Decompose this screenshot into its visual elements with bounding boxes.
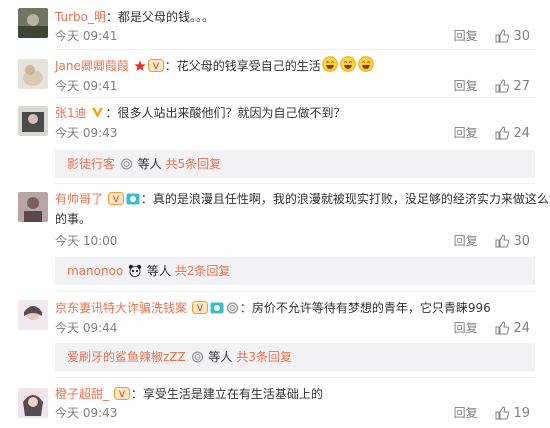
medal-icon: [191, 351, 203, 363]
reply-button[interactable]: 回复: [454, 321, 478, 335]
comment-time: 今天 09:43: [55, 406, 118, 420]
reply-button[interactable]: 回复: [454, 126, 478, 140]
divider: [55, 49, 535, 50]
divider: [55, 377, 535, 378]
svg-text:V: V: [119, 390, 126, 400]
reply-button[interactable]: 回复: [454, 234, 478, 248]
reply-people-label: 等人: [146, 264, 171, 278]
reply-summary[interactable]: 爱刷牙的鲨鱼辣椒zZZ 等人 共3条回复: [55, 343, 535, 371]
avatar[interactable]: [18, 106, 48, 136]
vip-badge-icon: V: [113, 387, 130, 400]
laugh-emoji-icon: [322, 56, 338, 72]
reply-username[interactable]: manonoo: [67, 264, 123, 278]
comment-time: 今天 10:00: [55, 234, 118, 248]
verified-v-icon: [92, 108, 104, 118]
vip-badge-icon: V: [107, 192, 124, 205]
like-count: 30: [513, 29, 530, 44]
like-button[interactable]: 30: [495, 234, 530, 249]
reply-people-label: 等人: [137, 157, 162, 171]
like-button[interactable]: 24: [495, 126, 530, 141]
avatar[interactable]: [18, 300, 48, 330]
star-badge-icon: [134, 60, 146, 71]
comment-text: ：房价不允许等待有梦想的青年，它只青睐996: [239, 301, 491, 315]
comment-text: ：真的是浪漫且任性啊，我的浪漫就被现实打败，没足够的经济实力来做这么浪漫: [140, 192, 550, 206]
medal-icon: [120, 158, 132, 170]
like-count: 24: [513, 126, 530, 141]
divider: [55, 97, 535, 98]
reply-summary[interactable]: 影徒行客 等人 共5条回复: [55, 150, 535, 178]
avatar[interactable]: [18, 192, 48, 222]
svg-text:V: V: [113, 195, 120, 205]
comment-text: ：享受生活是建立在有生活基础上的: [130, 387, 323, 401]
svg-text:V: V: [197, 304, 204, 314]
thumbs-up-icon: [495, 321, 510, 335]
comment-text: ：都是父母的钱。。。: [106, 10, 215, 24]
comment-text-continued: 的事。: [55, 212, 92, 226]
thumbs-up-icon: [495, 234, 510, 248]
comment-username[interactable]: 橙子超甜_: [55, 387, 109, 401]
reply-button[interactable]: 回复: [454, 406, 478, 420]
comment-time: 今天 09:43: [55, 126, 118, 140]
laugh-emoji-icon: [358, 56, 374, 72]
avatar[interactable]: [18, 388, 48, 418]
thumbs-up-icon: [495, 406, 510, 420]
comment-text: ：花父母的钱享受自己的生活: [164, 59, 321, 73]
like-button[interactable]: 24: [495, 321, 530, 336]
comment-username[interactable]: 京东妻讯特大诈骗洗钱案: [55, 301, 187, 315]
divider: [55, 183, 535, 184]
reply-count-link[interactable]: 共2条回复: [175, 264, 231, 278]
thumbs-up-icon: [495, 79, 510, 93]
comment-time: 今天 09:41: [55, 29, 118, 43]
reply-summary[interactable]: manonoo 等人 共2条回复: [55, 257, 535, 285]
comment-username[interactable]: Turbo_明: [55, 10, 106, 24]
panda-icon: [128, 264, 142, 277]
like-button[interactable]: 30: [495, 29, 530, 44]
like-button[interactable]: 27: [495, 79, 530, 94]
svg-text:V: V: [153, 62, 160, 72]
reply-username[interactable]: 影徒行客: [67, 157, 115, 171]
comment-username[interactable]: 有帅哥了: [55, 192, 103, 206]
reply-count-link[interactable]: 共3条回复: [236, 350, 292, 364]
vip-badge-icon: V: [147, 59, 164, 72]
comment-username[interactable]: 张1迪: [55, 106, 87, 120]
laugh-emoji-icon: [340, 56, 356, 72]
reply-count-link[interactable]: 共5条回复: [166, 157, 222, 171]
like-button[interactable]: 19: [495, 406, 530, 421]
camera-badge-icon: [210, 302, 224, 314]
medal-icon: [226, 302, 238, 314]
comment-time: 今天 09:44: [55, 321, 118, 335]
reply-people-label: 等人: [208, 350, 233, 364]
vip-badge-icon: V: [191, 301, 208, 314]
reply-username[interactable]: 爱刷牙的鲨鱼辣椒zZZ: [67, 350, 186, 364]
comment-username[interactable]: Jane卿卿葭葭: [55, 59, 129, 73]
avatar[interactable]: [18, 8, 48, 38]
reply-button[interactable]: 回复: [454, 79, 478, 93]
thumbs-up-icon: [495, 29, 510, 43]
comment-text: ：很多人站出来酸他们？就因为自己做不到？: [105, 106, 346, 120]
like-count: 30: [513, 234, 530, 249]
thumbs-up-icon: [495, 126, 510, 140]
camera-badge-icon: [126, 193, 140, 205]
like-count: 24: [513, 321, 530, 336]
avatar[interactable]: [18, 59, 48, 89]
divider: [55, 291, 535, 292]
like-count: 19: [513, 406, 530, 421]
like-count: 27: [513, 79, 530, 94]
reply-button[interactable]: 回复: [454, 29, 478, 43]
comment-time: 今天 09:41: [55, 79, 118, 93]
